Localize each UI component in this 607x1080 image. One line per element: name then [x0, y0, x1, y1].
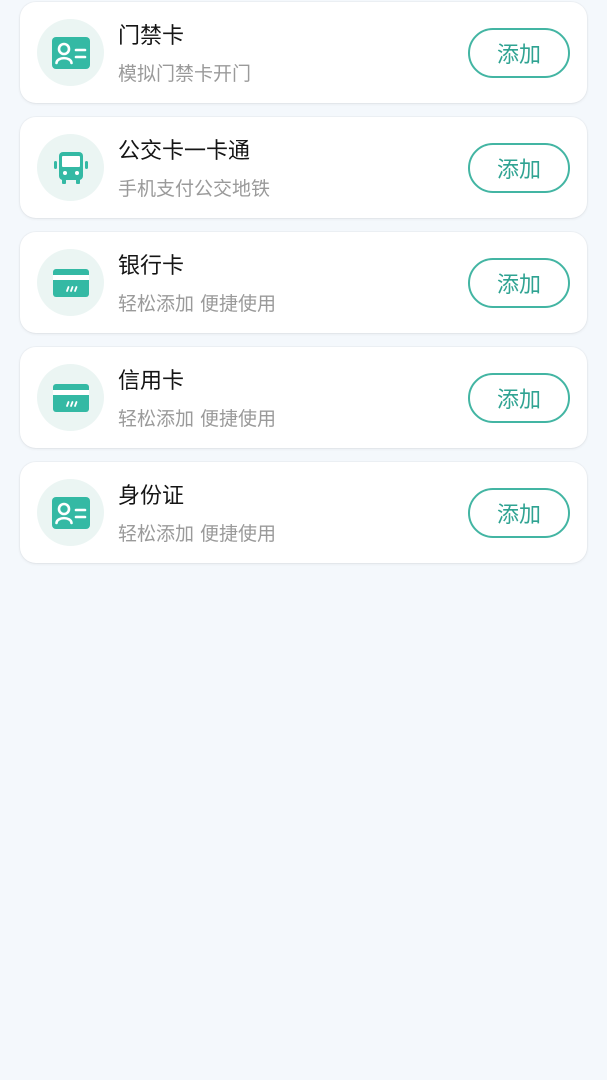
card-title: 公交卡一卡通 [118, 139, 251, 164]
id-card-icon [51, 36, 90, 69]
card-subtitle: 轻松添加 便捷使用 [118, 293, 277, 315]
card-title: 门禁卡 [118, 24, 185, 49]
card-list: 门禁卡 模拟门禁卡开门 添加 公交卡一卡通 手机支付公交地铁 添加 银行卡 轻松… [20, 2, 587, 577]
card-subtitle: 手机支付公交地铁 [118, 178, 271, 200]
card-bank[interactable]: 银行卡 轻松添加 便捷使用 添加 [20, 232, 587, 333]
icon-badge [37, 19, 104, 86]
card-subtitle: 模拟门禁卡开门 [118, 63, 252, 85]
icon-badge [37, 134, 104, 201]
add-credit-card-button[interactable]: 添加 [468, 373, 570, 423]
credit-card-icon [52, 383, 89, 412]
card-id[interactable]: 身份证 轻松添加 便捷使用 添加 [20, 462, 587, 563]
icon-badge [37, 364, 104, 431]
card-credit[interactable]: 信用卡 轻松添加 便捷使用 添加 [20, 347, 587, 448]
card-title: 信用卡 [118, 369, 185, 394]
add-access-card-button[interactable]: 添加 [468, 28, 570, 78]
card-title: 银行卡 [118, 254, 185, 279]
id-card-icon [51, 496, 90, 529]
bus-icon [53, 151, 88, 184]
card-transit[interactable]: 公交卡一卡通 手机支付公交地铁 添加 [20, 117, 587, 218]
card-subtitle: 轻松添加 便捷使用 [118, 408, 277, 430]
bank-card-icon [52, 268, 89, 297]
add-bank-card-button[interactable]: 添加 [468, 258, 570, 308]
icon-badge [37, 249, 104, 316]
card-title: 身份证 [118, 484, 185, 509]
card-access[interactable]: 门禁卡 模拟门禁卡开门 添加 [20, 2, 587, 103]
add-id-card-button[interactable]: 添加 [468, 488, 570, 538]
add-transit-card-button[interactable]: 添加 [468, 143, 570, 193]
icon-badge [37, 479, 104, 546]
card-subtitle: 轻松添加 便捷使用 [118, 523, 277, 545]
